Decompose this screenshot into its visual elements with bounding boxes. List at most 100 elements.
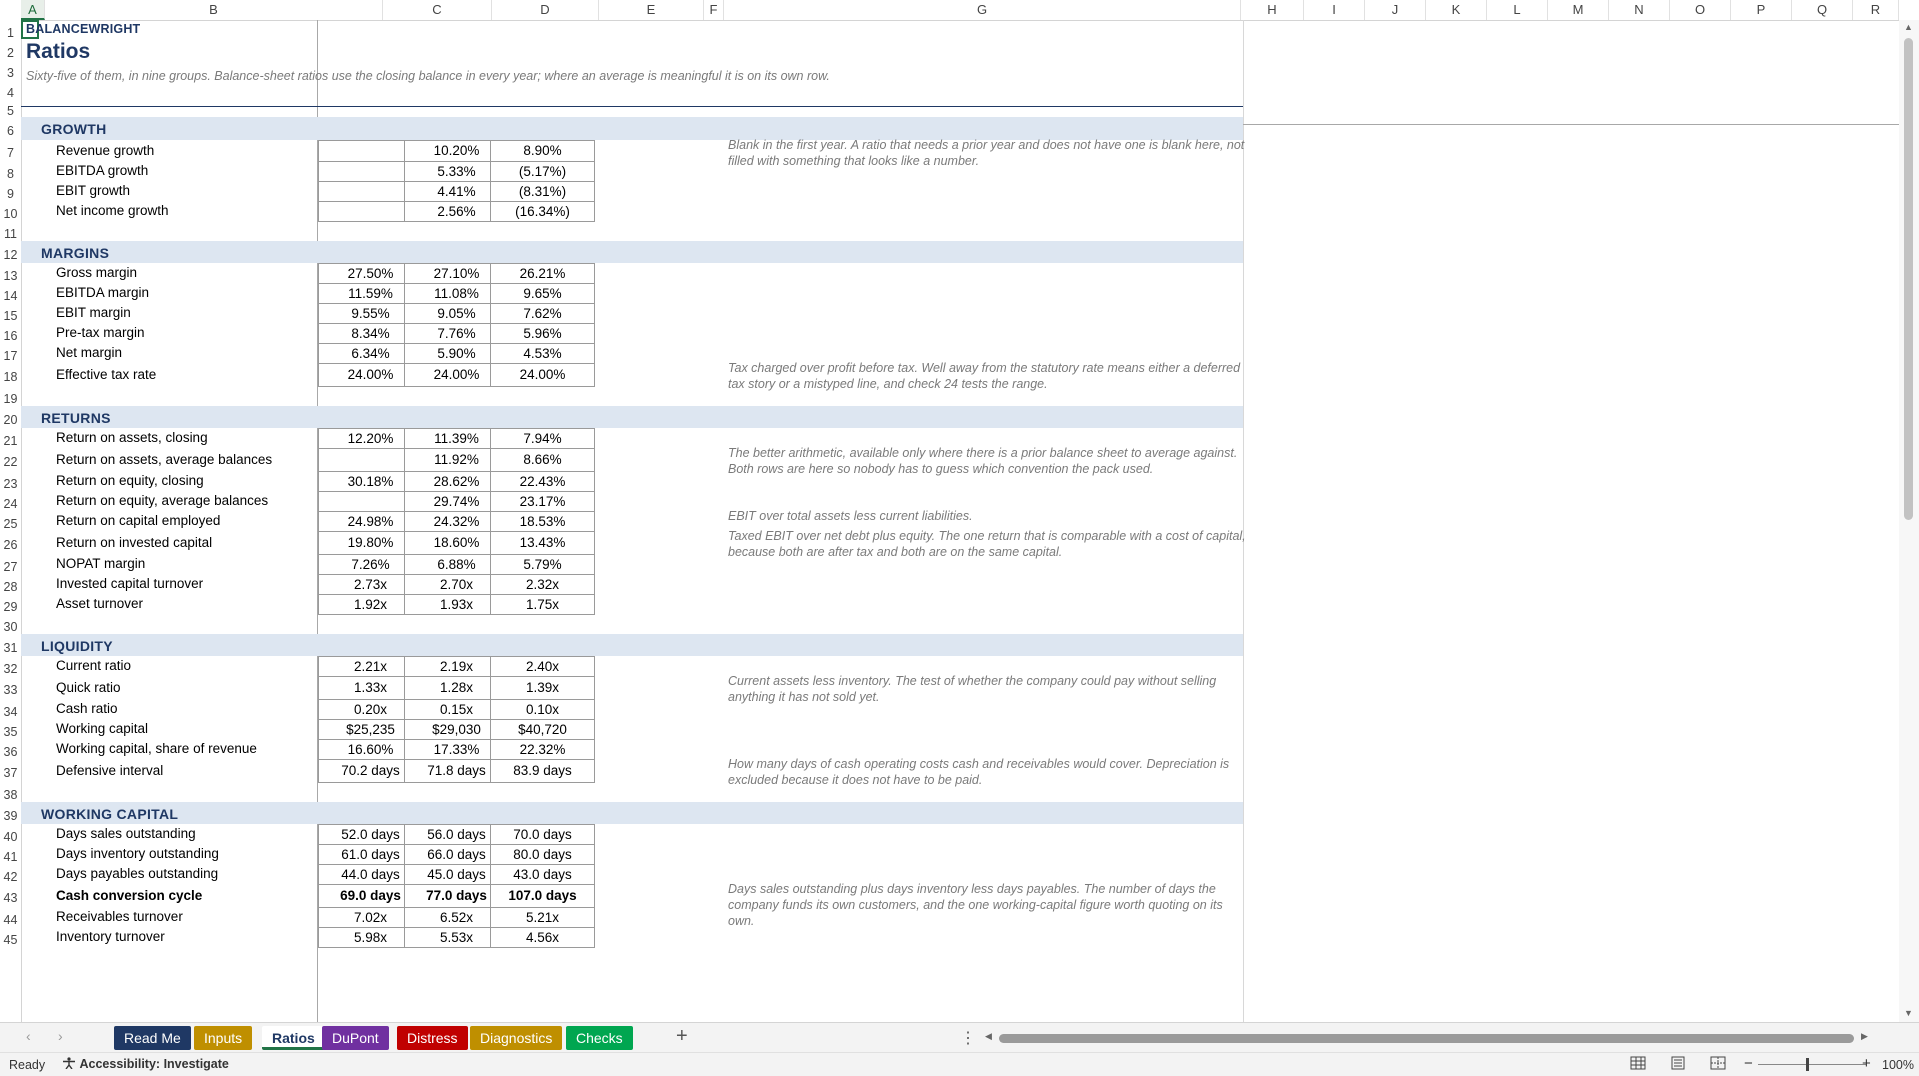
ratio-value-cell[interactable]: 22.32% — [490, 739, 595, 760]
ratio-value-cell[interactable]: 5.79% — [490, 554, 595, 575]
tab-diagnostics[interactable]: Diagnostics — [470, 1026, 563, 1050]
row-header[interactable]: 22 — [0, 448, 21, 471]
sheet-grid[interactable]: BALANCEWRIGHT Ratios Sixty-five of them,… — [21, 20, 1899, 1022]
column-header[interactable]: P — [1731, 0, 1792, 20]
ratio-value-cell[interactable]: 2.32x — [490, 574, 595, 595]
ratio-value-cell[interactable]: 5.21x — [490, 907, 595, 928]
row-header[interactable]: 37 — [0, 759, 21, 782]
row-header[interactable]: 43 — [0, 884, 21, 907]
ratio-value-cell[interactable]: 24.00% — [490, 363, 595, 387]
column-header[interactable]: G — [724, 0, 1241, 20]
column-header[interactable]: F — [704, 0, 724, 20]
scroll-left-icon[interactable]: ◀ — [985, 1031, 992, 1042]
row-header[interactable]: 26 — [0, 531, 21, 554]
ratio-value-cell[interactable]: 8.90% — [490, 140, 595, 162]
ratio-value-cell[interactable]: 9.65% — [490, 283, 595, 304]
row-header[interactable]: 44 — [0, 907, 21, 927]
row-header[interactable]: 10 — [0, 201, 21, 221]
ratio-value-cell[interactable]: 4.53% — [490, 343, 595, 364]
row-header[interactable]: 25 — [0, 511, 21, 531]
row-header[interactable]: 39 — [0, 802, 21, 824]
horizontal-scrollbar[interactable]: ◀ ▶ — [985, 1029, 1870, 1047]
row-header[interactable]: 33 — [0, 676, 21, 699]
row-header[interactable]: 1 — [0, 20, 21, 40]
row-header[interactable]: 12 — [0, 241, 21, 263]
ratio-value-cell[interactable]: 4.56x — [490, 927, 595, 948]
ratio-value-cell[interactable]: 7.62% — [490, 303, 595, 324]
accessibility-status[interactable]: Accessibility: Investigate — [62, 1057, 229, 1071]
tab-next-icon[interactable]: › — [58, 1028, 63, 1044]
row-header[interactable]: 14 — [0, 283, 21, 303]
ratio-value-cell[interactable]: 18.53% — [490, 511, 595, 532]
ratio-value-cell[interactable]: $40,720 — [490, 719, 595, 740]
column-header[interactable]: N — [1609, 0, 1670, 20]
scroll-down-icon[interactable]: ▼ — [1904, 1008, 1913, 1018]
row-header[interactable]: 23 — [0, 471, 21, 491]
row-header[interactable]: 4 — [0, 80, 21, 100]
row-header[interactable]: 16 — [0, 323, 21, 343]
row-header[interactable]: 41 — [0, 844, 21, 864]
ratio-value-cell[interactable]: 0.10x — [490, 699, 595, 720]
row-header[interactable]: 35 — [0, 719, 21, 739]
page-layout-icon[interactable] — [1670, 1056, 1686, 1070]
vertical-scroll-thumb[interactable] — [1904, 38, 1913, 520]
ratio-value-cell[interactable]: 1.39x — [490, 676, 595, 700]
ratio-value-cell[interactable]: 83.9 days — [490, 759, 595, 783]
row-header[interactable]: 3 — [0, 60, 21, 80]
row-header[interactable]: 18 — [0, 363, 21, 386]
zoom-slider[interactable] — [1758, 1064, 1866, 1065]
ratio-value-cell[interactable]: 8.66% — [490, 448, 595, 472]
row-header[interactable]: 7 — [0, 140, 21, 161]
row-header[interactable]: 27 — [0, 554, 21, 574]
column-header[interactable]: K — [1426, 0, 1487, 20]
row-header[interactable]: 32 — [0, 656, 21, 676]
column-header[interactable]: M — [1548, 0, 1609, 20]
ratio-value-cell[interactable]: (16.34%) — [490, 201, 595, 222]
ratio-value-cell[interactable]: 5.96% — [490, 323, 595, 344]
tab-distress[interactable]: Distress — [397, 1026, 468, 1050]
row-header[interactable]: 2 — [0, 40, 21, 60]
ratio-value-cell[interactable]: 107.0 days — [490, 884, 595, 908]
ratio-value-cell[interactable]: 43.0 days — [490, 864, 595, 885]
normal-view-icon[interactable] — [1630, 1056, 1646, 1070]
row-header[interactable]: 11 — [0, 221, 21, 241]
row-header[interactable]: 36 — [0, 739, 21, 759]
row-header[interactable]: 45 — [0, 927, 21, 947]
row-header[interactable]: 6 — [0, 117, 21, 140]
zoom-level[interactable]: 100% — [1882, 1058, 1914, 1072]
ratio-value-cell[interactable]: 80.0 days — [490, 844, 595, 865]
row-header[interactable]: 38 — [0, 782, 21, 802]
row-header[interactable]: 30 — [0, 614, 21, 634]
row-header[interactable]: 42 — [0, 864, 21, 884]
row-header[interactable]: 28 — [0, 574, 21, 594]
ratio-value-cell[interactable]: 2.40x — [490, 656, 595, 677]
column-header[interactable]: L — [1487, 0, 1548, 20]
row-header[interactable]: 24 — [0, 491, 21, 511]
tab-dupont[interactable]: DuPont — [322, 1026, 389, 1050]
more-options-icon[interactable]: ⋮ — [960, 1028, 976, 1048]
add-sheet-icon[interactable]: + — [676, 1025, 688, 1048]
row-header[interactable]: 5 — [0, 100, 21, 118]
zoom-out-icon[interactable]: − — [1744, 1055, 1753, 1072]
column-header[interactable]: D — [492, 0, 599, 20]
column-header[interactable]: A — [21, 0, 45, 20]
row-header[interactable]: 34 — [0, 699, 21, 719]
row-header[interactable]: 29 — [0, 594, 21, 614]
page-break-preview-icon[interactable] — [1710, 1056, 1726, 1070]
row-header[interactable]: 20 — [0, 406, 21, 428]
column-header[interactable]: J — [1365, 0, 1426, 20]
tab-ratios[interactable]: Ratios — [262, 1026, 325, 1050]
row-header[interactable]: 31 — [0, 634, 21, 656]
ratio-value-cell[interactable]: 26.21% — [490, 263, 595, 284]
ratio-value-cell[interactable]: (8.31%) — [490, 181, 595, 202]
horizontal-scroll-thumb[interactable] — [999, 1034, 1854, 1043]
column-header[interactable]: C — [383, 0, 492, 20]
ratio-value-cell[interactable]: 7.94% — [490, 428, 595, 449]
scroll-right-icon[interactable]: ▶ — [1861, 1031, 1868, 1042]
row-header[interactable]: 21 — [0, 428, 21, 448]
vertical-scrollbar[interactable]: ▲ ▼ — [1899, 20, 1919, 1022]
row-header[interactable]: 17 — [0, 343, 21, 363]
ratio-value-cell[interactable]: 1.75x — [490, 594, 595, 615]
tab-inputs[interactable]: Inputs — [194, 1026, 253, 1050]
row-header[interactable]: 8 — [0, 161, 21, 181]
